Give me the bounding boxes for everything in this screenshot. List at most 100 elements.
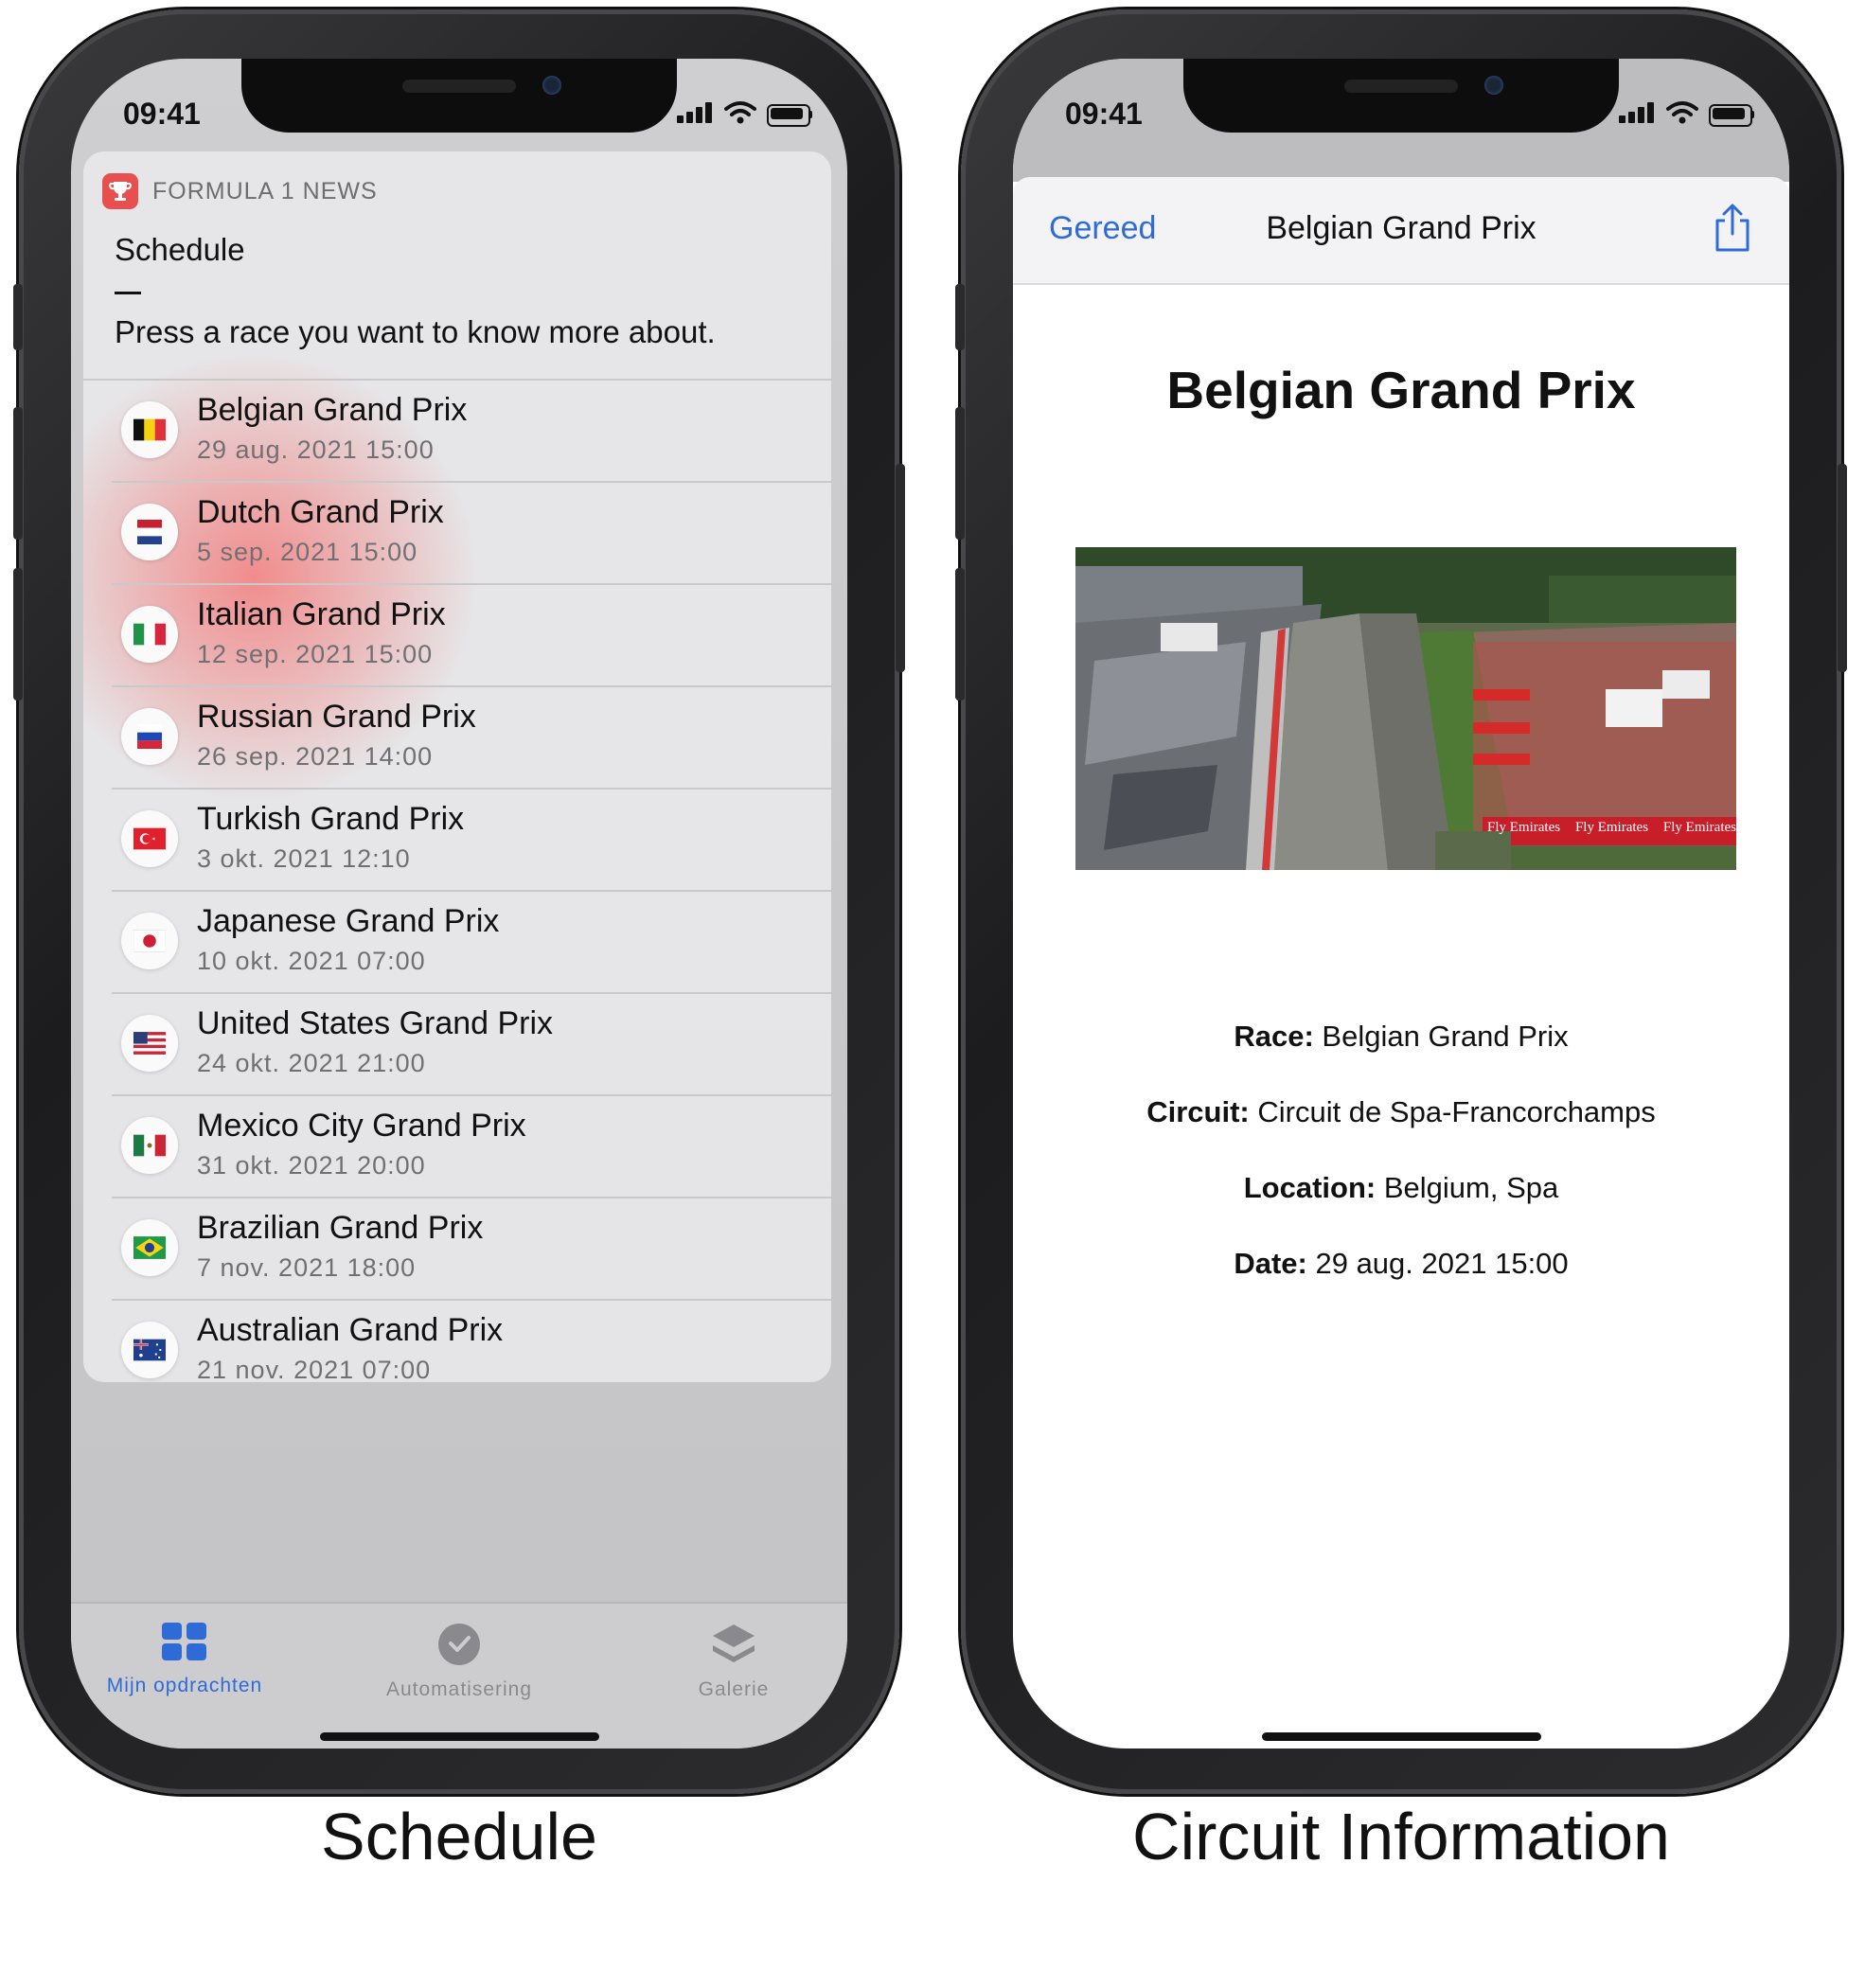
race-name: Italian Grand Prix [197,596,446,632]
race-date: 24 okt. 2021 21:00 [197,1049,426,1077]
tab-label: Galerie [698,1678,770,1700]
volume-down-button [13,568,23,701]
race-name: Turkish Grand Prix [197,801,465,837]
tab-automation[interactable]: Automatisering [346,1623,573,1701]
wifi-icon [724,101,756,124]
volume-down-button [955,568,965,701]
race-name: Australian Grand Prix [197,1312,504,1348]
race-row-russian[interactable]: Russian Grand Prix 26 sep. 2021 14:00 [83,685,831,788]
australia-flag-icon [121,1322,178,1378]
race-row-turkish[interactable]: Turkish Grand Prix 3 okt. 2021 12:10 [83,788,831,890]
race-date: 26 sep. 2021 14:00 [197,742,434,771]
circuit-photo: Fly Emirates Fly Emirates Fly Emirates [1075,547,1736,870]
info-label: Date: [1234,1247,1316,1280]
mexico-flag-icon [121,1117,178,1174]
race-date: 21 nov. 2021 07:00 [197,1356,432,1382]
usa-flag-icon [121,1015,178,1072]
notch [241,59,677,133]
race-row-belgian[interactable]: Belgian Grand Prix 29 aug. 2021 15:00 [83,379,831,481]
race-date: 29 aug. 2021 15:00 [197,435,435,464]
circuit-info-screen: 09:41 Gereed Belgian Grand Prix Belgian … [1013,59,1789,1748]
japan-flag-icon [121,913,178,969]
race-date: 7 nov. 2021 18:00 [197,1253,417,1282]
status-icons [1619,98,1761,127]
race-date: 5 sep. 2021 15:00 [197,538,418,566]
notch [1183,59,1619,133]
shortcut-widget-card: FORMULA 1 NEWS Schedule Press a race you… [83,151,831,1382]
status-time: 09:41 [1065,97,1143,131]
schedule-screen: 09:41 FORMULA 1 NEWS Schedule Press a ra… [71,59,847,1748]
info-value: 29 aug. 2021 15:00 [1315,1247,1569,1280]
grid-icon [162,1623,206,1660]
race-name: Japanese Grand Prix [197,903,500,939]
race-row-brazilian[interactable]: Brazilian Grand Prix 7 nov. 2021 18:00 [83,1197,831,1299]
wifi-icon [1666,101,1698,124]
race-row-italian[interactable]: Italian Grand Prix 12 sep. 2021 15:00 [83,583,831,685]
sheet-header: Gereed Belgian Grand Prix [1013,177,1789,285]
app-name: FORMULA 1 NEWS [152,178,378,204]
race-row-dutch[interactable]: Dutch Grand Prix 5 sep. 2021 15:00 [83,481,831,583]
schedule-phone: 09:41 FORMULA 1 NEWS Schedule Press a ra… [13,9,905,1794]
belgium-flag-icon [121,401,178,458]
title-divider [115,292,141,294]
status-time: 09:41 [123,97,201,131]
info-label: Circuit: [1146,1095,1258,1128]
tab-label: Mijn opdrachten [106,1675,263,1696]
trophy-icon [102,173,138,209]
race-date: 31 okt. 2021 20:00 [197,1151,426,1180]
turkey-flag-icon [121,810,178,867]
clock-check-icon [438,1624,480,1665]
banner-row: Fly Emirates Fly Emirates Fly Emirates [1487,820,1736,836]
fly-emirates-banner: Fly Emirates [1662,820,1736,835]
info-value: Belgian Grand Prix [1322,1020,1569,1053]
race-name: Russian Grand Prix [197,699,476,735]
tab-my-shortcuts[interactable]: Mijn opdrachten [71,1623,298,1697]
tab-bar: Mijn opdrachten Automatisering Galerie [71,1602,847,1748]
info-date: Date: 29 aug. 2021 15:00 [1013,1247,1789,1281]
status-icons [677,98,819,127]
race-date: 12 sep. 2021 15:00 [197,640,434,668]
info-label: Location: [1243,1171,1384,1204]
tab-gallery[interactable]: Galerie [620,1623,847,1701]
brazil-flag-icon [121,1219,178,1276]
race-name: United States Grand Prix [197,1005,554,1041]
race-heading: Belgian Grand Prix [1166,361,1636,419]
fly-emirates-banner: Fly Emirates [1487,820,1561,835]
side-button [1838,464,1847,672]
mute-switch [955,284,965,350]
race-date: 3 okt. 2021 12:10 [197,844,411,873]
info-race: Race: Belgian Grand Prix [1013,1020,1789,1054]
race-list: Belgian Grand Prix 29 aug. 2021 15:00 Du… [83,379,831,1382]
race-name: Mexico City Grand Prix [197,1108,526,1144]
signal-icon [1619,115,1625,123]
italy-flag-icon [121,606,178,663]
race-name: Dutch Grand Prix [197,494,444,530]
race-row-mexico-city[interactable]: Mexico City Grand Prix 31 okt. 2021 20:0… [83,1094,831,1197]
schedule-caption: Schedule [321,1800,597,1873]
widget-prompt: Press a race you want to know more about… [115,314,716,349]
netherlands-flag-icon [121,504,178,560]
home-indicator[interactable] [1262,1732,1541,1741]
tab-label: Automatisering [385,1678,533,1700]
sheet-title: Belgian Grand Prix [1266,210,1536,246]
share-icon[interactable] [1712,204,1753,253]
battery-icon [1709,104,1752,127]
race-row-australian[interactable]: Australian Grand Prix 21 nov. 2021 07:00 [83,1299,831,1382]
side-button [896,464,905,672]
race-row-japanese[interactable]: Japanese Grand Prix 10 okt. 2021 07:00 [83,890,831,992]
battery-icon [767,104,810,127]
race-name: Brazilian Grand Prix [197,1210,484,1246]
volume-up-button [13,407,23,540]
info-value: Circuit de Spa-Francorchamps [1257,1095,1656,1128]
widget-title: Schedule [115,232,245,267]
volume-up-button [955,407,965,540]
fly-emirates-banner: Fly Emirates [1574,820,1649,835]
info-label: Race: [1234,1020,1323,1053]
info-location: Location: Belgium, Spa [1013,1171,1789,1205]
race-name: Belgian Grand Prix [197,392,468,428]
circuit-info-phone: 09:41 Gereed Belgian Grand Prix Belgian … [955,9,1847,1794]
circuit-info-caption: Circuit Information [1132,1800,1670,1873]
race-date: 10 okt. 2021 07:00 [197,947,426,975]
home-indicator[interactable] [320,1732,599,1741]
race-row-united-states[interactable]: United States Grand Prix 24 okt. 2021 21… [83,992,831,1094]
